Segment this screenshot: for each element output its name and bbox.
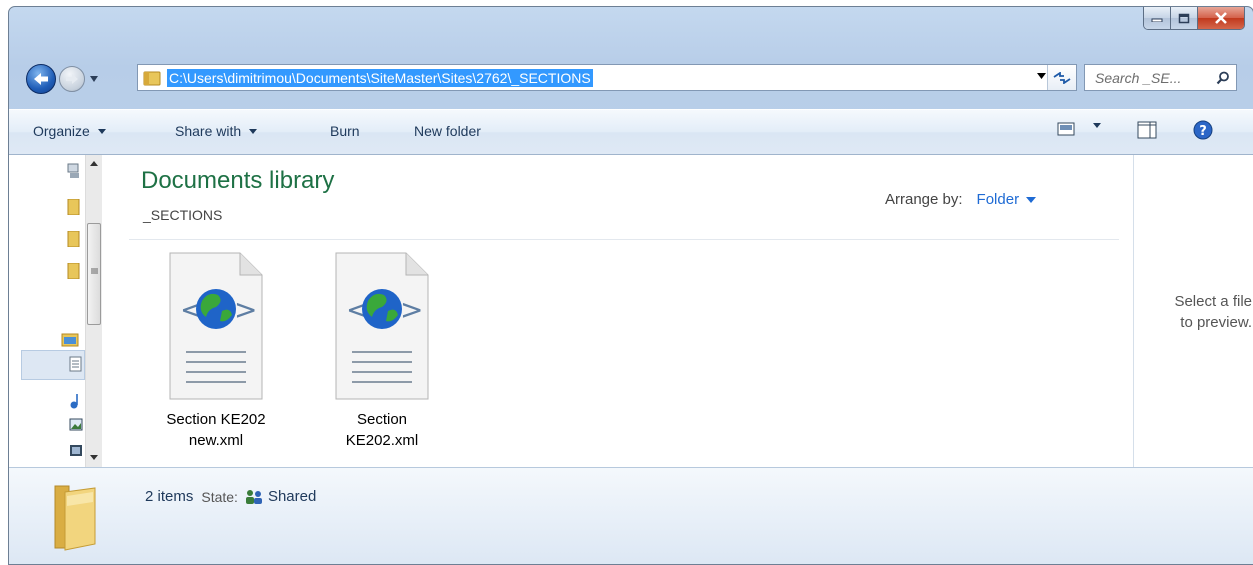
search-icon[interactable]: [1216, 71, 1230, 85]
item-count: 2 items: [145, 488, 194, 505]
minimize-icon: [1151, 18, 1163, 22]
new-folder-button[interactable]: New folder: [414, 123, 481, 139]
burn-label: Burn: [330, 123, 360, 139]
library-title: Documents library: [141, 167, 335, 194]
folder-icon[interactable]: [67, 263, 81, 279]
xml-globe-document-icon: < >: [169, 252, 263, 400]
arrange-by-label: Arrange by:: [885, 191, 963, 208]
minimize-button[interactable]: [1144, 7, 1171, 29]
change-view-icon: [1057, 122, 1075, 136]
caption-buttons: [1143, 7, 1245, 30]
preview-pane-icon: [1137, 121, 1157, 139]
state-value: Shared: [267, 488, 317, 505]
shared-users-icon: [245, 489, 262, 504]
svg-text:>: >: [234, 293, 257, 326]
address-path[interactable]: C:\Users\dimitrimou\Documents\SiteMaster…: [167, 68, 593, 87]
scrollbar-thumb[interactable]: [87, 223, 101, 325]
command-bar: Organize Share with Burn New folder ?: [9, 109, 1253, 155]
file-name[interactable]: Section KE202.xml: [307, 409, 457, 451]
file-item[interactable]: < > Section KE202 new.xml: [141, 251, 291, 451]
content-area: Documents library _SECTIONS Arrange by: …: [9, 155, 1253, 467]
folder-icon: [54, 485, 96, 551]
music-icon[interactable]: [69, 393, 83, 409]
recent-pages-dropdown-icon[interactable]: [89, 74, 99, 84]
nav-pane-scrollbar[interactable]: [85, 155, 102, 467]
preview-pane: Select a file to preview.: [1133, 155, 1253, 467]
back-arrow-icon: [34, 73, 48, 85]
svg-text:?: ?: [1199, 124, 1207, 139]
folder-icon[interactable]: [67, 231, 81, 247]
address-dropdown-icon[interactable]: [1037, 73, 1046, 79]
svg-text:>: >: [400, 293, 423, 326]
help-button[interactable]: ?: [1193, 120, 1213, 140]
chevron-down-icon: [97, 128, 106, 134]
close-icon: [1215, 12, 1227, 24]
navigation-pane: [9, 155, 109, 467]
arrange-by: Arrange by: Folder: [885, 191, 1037, 208]
file-item[interactable]: < > Section KE202.xml: [307, 251, 457, 451]
change-view-button[interactable]: [1057, 122, 1075, 136]
help-icon: ?: [1193, 120, 1213, 140]
refresh-button[interactable]: [1047, 65, 1076, 90]
close-button[interactable]: [1198, 7, 1244, 29]
folder-icon[interactable]: [67, 199, 81, 215]
grip-icon: [91, 268, 98, 274]
network-computer-icon[interactable]: [67, 163, 81, 179]
videos-icon[interactable]: [69, 443, 83, 459]
documents-icon[interactable]: [69, 356, 83, 372]
search-box[interactable]: Search _SE...: [1084, 64, 1237, 91]
organize-button[interactable]: Organize: [33, 123, 106, 139]
organize-label: Organize: [33, 123, 90, 139]
libraries-icon[interactable]: [61, 331, 79, 347]
back-button[interactable]: [26, 64, 56, 94]
maximize-button[interactable]: [1171, 7, 1198, 29]
preview-message: Select a file to preview.: [1174, 293, 1252, 331]
burn-button[interactable]: Burn: [330, 123, 360, 139]
item-status: 2 items State: Shared: [145, 488, 316, 505]
state-label: State:: [201, 488, 238, 505]
chevron-down-icon: [1026, 196, 1037, 203]
library-subtitle: _SECTIONS: [143, 207, 223, 223]
explorer-window: C:\Users\dimitrimou\Documents\SiteMaster…: [8, 6, 1253, 565]
pictures-icon[interactable]: [69, 417, 83, 433]
address-bar[interactable]: C:\Users\dimitrimou\Documents\SiteMaster…: [137, 64, 1077, 91]
navigation-bar: C:\Users\dimitrimou\Documents\SiteMaster…: [9, 61, 1253, 97]
folder-icon: [143, 71, 161, 85]
scroll-down-icon[interactable]: [90, 455, 98, 460]
arrange-by-value[interactable]: Folder: [977, 191, 1020, 208]
share-with-button[interactable]: Share with: [175, 123, 258, 139]
new-folder-label: New folder: [414, 123, 481, 139]
chevron-down-icon: [1093, 123, 1101, 128]
chevron-down-icon: [249, 128, 258, 134]
forward-button[interactable]: [59, 66, 85, 92]
preview-pane-button[interactable]: [1137, 121, 1157, 139]
scroll-up-icon[interactable]: [90, 161, 98, 166]
file-name[interactable]: Section KE202 new.xml: [141, 409, 291, 451]
maximize-icon: [1178, 13, 1190, 23]
details-pane: 2 items State: Shared: [9, 467, 1253, 564]
file-list-pane: Documents library _SECTIONS Arrange by: …: [113, 155, 1133, 467]
refresh-icon: [1053, 71, 1071, 84]
more-views-dropdown[interactable]: [1093, 123, 1101, 128]
search-placeholder[interactable]: Search _SE...: [1095, 70, 1181, 86]
header-divider: [129, 239, 1119, 240]
arrange-by-dropdown[interactable]: Folder: [977, 191, 1037, 208]
forward-arrow-icon: [66, 74, 78, 84]
xml-globe-document-icon: < >: [335, 252, 429, 400]
share-with-label: Share with: [175, 123, 242, 139]
